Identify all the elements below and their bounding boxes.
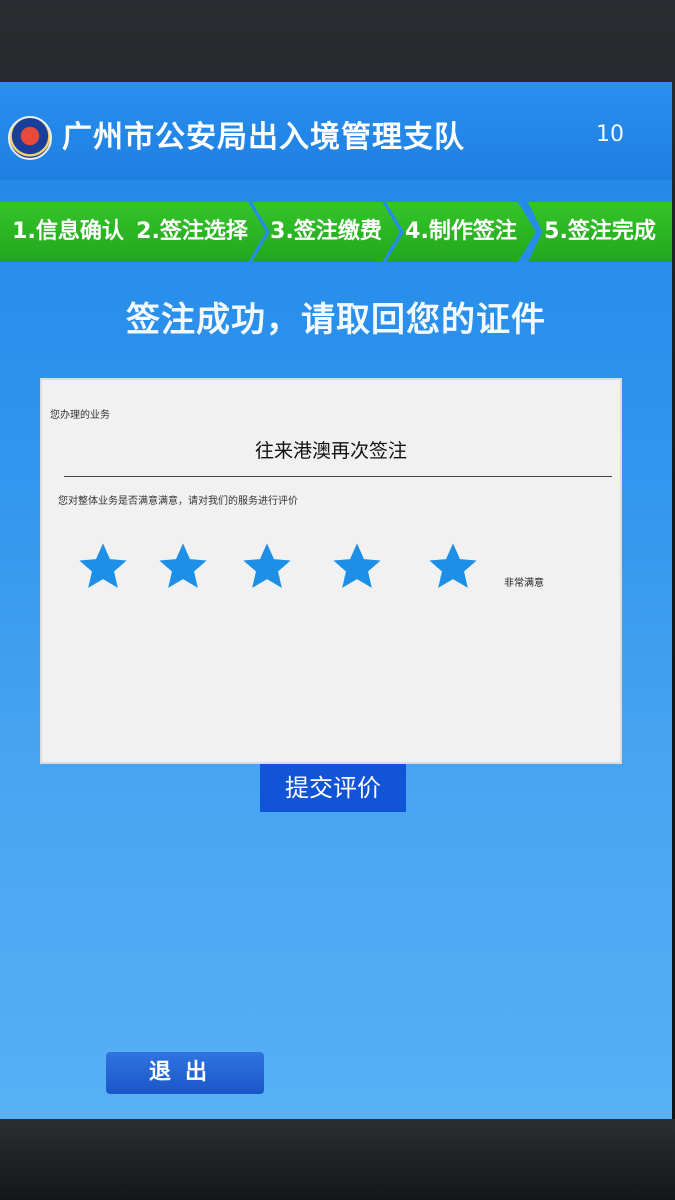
star-icon-2[interactable] bbox=[156, 540, 210, 594]
step-info-confirm: 1.信息确认 bbox=[0, 202, 136, 262]
step-endorsement-production: 4.制作签注 bbox=[386, 202, 536, 262]
star-icon-5[interactable] bbox=[426, 540, 480, 594]
star-icon-3[interactable] bbox=[240, 540, 294, 594]
star-icon-4[interactable] bbox=[330, 540, 384, 594]
kiosk-screen: 广州市公安局出入境管理支队 10 1.信息确认 2.签注选择 3.签注缴费 4.… bbox=[0, 82, 672, 1119]
rating-question: 您对整体业务是否满意满意，请对我们的服务进行评价 bbox=[58, 496, 298, 507]
success-message: 签注成功，请取回您的证件 bbox=[126, 300, 546, 340]
step-endorsement-complete: 5.签注完成 bbox=[528, 202, 672, 262]
step-endorsement-payment: 3.签注缴费 bbox=[252, 202, 400, 262]
star-icon-1[interactable] bbox=[76, 540, 130, 594]
step-endorsement-select: 2.签注选择 bbox=[118, 202, 266, 262]
agency-title: 广州市公安局出入境管理支队 bbox=[62, 120, 465, 155]
service-label: 您办理的业务 bbox=[50, 410, 110, 421]
submit-rating-button[interactable]: 提交评价 bbox=[260, 764, 406, 812]
police-emblem-icon bbox=[8, 116, 52, 160]
divider bbox=[64, 476, 612, 477]
device-bottom-frame bbox=[0, 1119, 675, 1200]
exit-button[interactable]: 退出 bbox=[106, 1052, 264, 1094]
header-bar: 广州市公安局出入境管理支队 10 bbox=[0, 82, 672, 180]
progress-steps: 1.信息确认 2.签注选择 3.签注缴费 4.制作签注 5.签注完成 bbox=[0, 202, 672, 262]
rating-card: 您办理的业务 往来港澳再次签注 您对整体业务是否满意满意，请对我们的服务进行评价… bbox=[40, 378, 622, 764]
service-name: 往来港澳再次签注 bbox=[254, 440, 407, 462]
rating-text: 非常满意 bbox=[504, 578, 544, 589]
star-rating bbox=[72, 540, 612, 600]
countdown-timer: 10 bbox=[596, 122, 624, 147]
